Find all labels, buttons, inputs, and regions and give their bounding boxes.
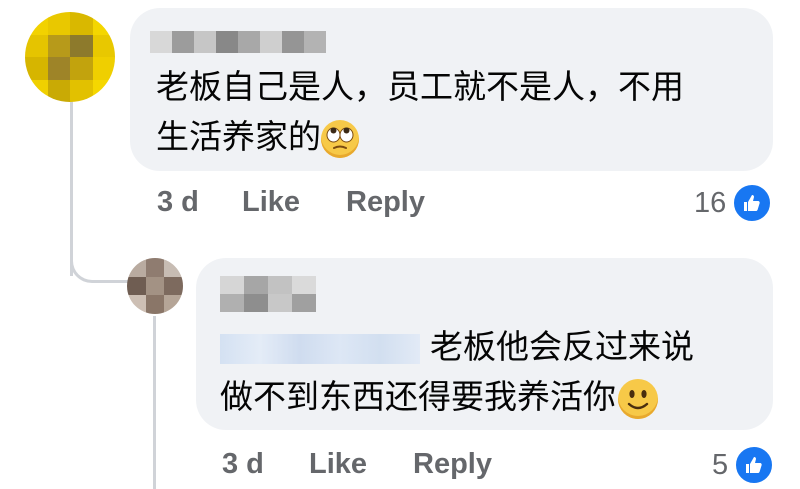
reply-text-line-2-content: 做不到东西还得要我养活你 [220, 377, 616, 416]
reply-text-line-2: 做不到东西还得要我养活你 [220, 372, 658, 422]
thread-line-curve [70, 240, 128, 283]
thumbs-up-icon [732, 183, 773, 223]
comment-reaction-count: 16 [694, 186, 727, 219]
reply-text-line-1-content: 老板他会反过来说 [430, 327, 694, 366]
commenter-name-blurred[interactable] [150, 31, 326, 53]
comment-text-line-2: 生活养家的 [156, 112, 359, 162]
comment-actions: 3 d Like Reply [0, 186, 800, 226]
thumbs-up-icon [734, 445, 775, 485]
reply-actions: 3 d Like Reply [0, 448, 800, 488]
reply-reactions[interactable]: 5 [712, 445, 775, 485]
reply-reaction-count: 5 [712, 448, 729, 481]
comment-like-button[interactable]: Like [242, 186, 300, 219]
replier-avatar[interactable] [127, 258, 183, 314]
comment-text-line-2-content: 生活养家的 [156, 117, 321, 156]
reply-text-line-1: 老板他会反过来说 [220, 322, 694, 372]
comment-reactions[interactable]: 16 [694, 183, 773, 223]
commenter-avatar[interactable] [25, 12, 115, 102]
comment-time[interactable]: 3 d [157, 186, 199, 219]
smiling-emoji-icon [618, 378, 658, 419]
mention-tag-blurred[interactable] [220, 333, 420, 364]
eye-roll-emoji-icon [321, 119, 359, 158]
reply-time[interactable]: 3 d [222, 448, 264, 481]
comment-text-line-1: 老板自己是人，员工就不是人，不用 [156, 67, 684, 106]
reply-like-button[interactable]: Like [309, 448, 367, 481]
replier-name-blurred[interactable] [220, 276, 316, 312]
reply-reply-button[interactable]: Reply [413, 448, 492, 481]
comment-reply-button[interactable]: Reply [346, 186, 425, 219]
